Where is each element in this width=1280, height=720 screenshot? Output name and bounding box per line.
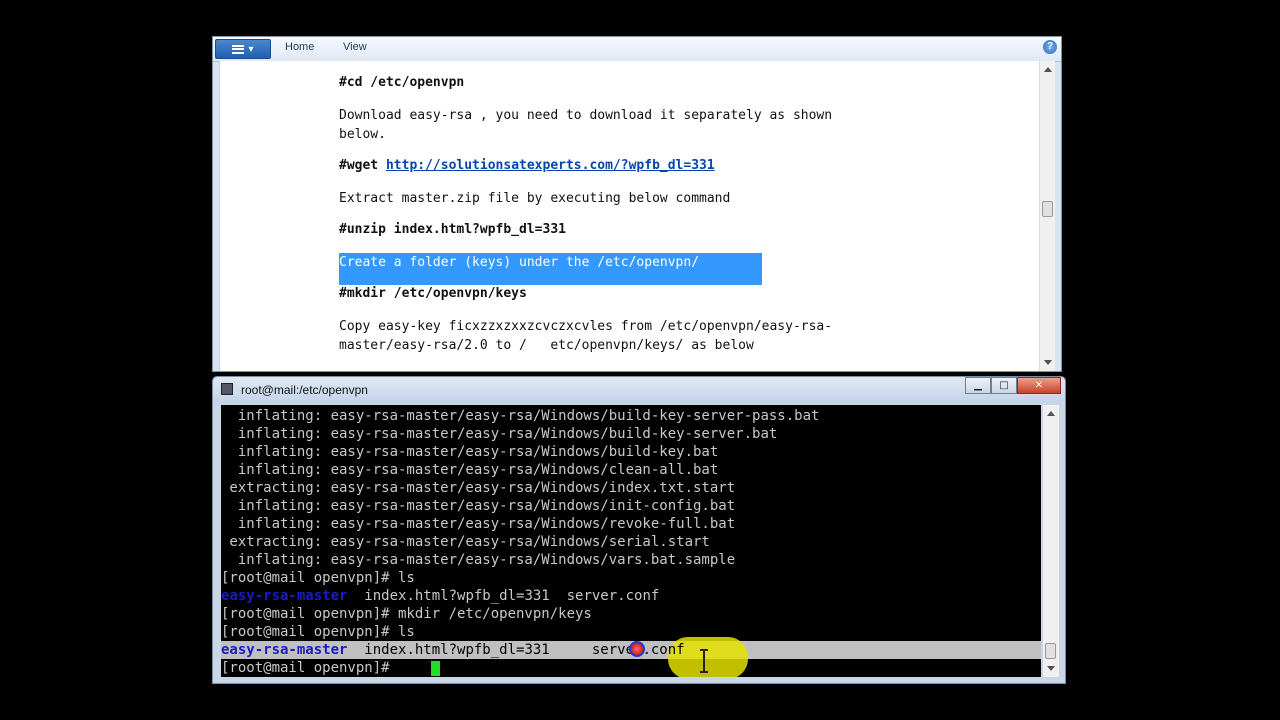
scroll-up-icon[interactable] [1047,411,1055,416]
putty-icon [221,383,233,395]
putty-window: root@mail:/etc/openvpn ▁ □ ✕ inflating: … [212,376,1066,684]
terminal-line: extracting: easy-rsa-master/easy-rsa/Win… [221,534,710,550]
tab-view[interactable]: View [339,41,371,53]
terminal-line: inflating: easy-rsa-master/easy-rsa/Wind… [221,498,736,514]
dir-name: easy-rsa-master [221,588,348,604]
menu-icon [232,44,245,54]
download-link[interactable]: http://solutionsatexperts.com/?wpfb_dl=3… [386,158,715,173]
file-list: index.html?wpfb_dl=331 server.conf [347,588,660,604]
recorder-icon [629,641,645,657]
doc-line: master/easy-rsa/2.0 to / etc/openvpn/key… [339,338,754,353]
scroll-thumb[interactable] [1042,201,1053,217]
selected-text[interactable]: Create a folder (keys) under the /etc/op… [339,253,762,285]
maximize-button[interactable]: □ [991,377,1017,394]
terminal-line: [root@mail openvpn]# mkdir /etc/openvpn/… [221,606,592,622]
terminal-line: inflating: easy-rsa-master/easy-rsa/Wind… [221,552,736,568]
terminal-line: inflating: easy-rsa-master/easy-rsa/Wind… [221,408,820,424]
title-bar[interactable]: root@mail:/etc/openvpn ▁ □ ✕ [213,377,1065,403]
terminal-cursor [431,661,440,676]
scroll-down-icon[interactable] [1044,360,1052,365]
document-scrollbar[interactable] [1039,61,1055,371]
help-icon[interactable]: ? [1043,40,1057,54]
doc-line: #unzip index.html?wpfb_dl=331 [339,222,566,237]
doc-line: Extract master.zip file by executing bel… [339,191,731,206]
minimize-button[interactable]: ▁ [965,377,991,394]
scroll-thumb[interactable] [1045,643,1056,659]
terminal-line: inflating: easy-rsa-master/easy-rsa/Wind… [221,426,778,442]
scroll-down-icon[interactable] [1047,666,1055,671]
app-menu-button[interactable]: ▾ [215,39,271,59]
ribbon: ▾ Home View ? [213,37,1061,62]
scroll-up-icon[interactable] [1044,67,1052,72]
terminal-line: extracting: easy-rsa-master/easy-rsa/Win… [221,480,736,496]
terminal-line-ls: easy-rsa-master index.html?wpfb_dl=331 s… [221,587,659,605]
wordpad-window: ▾ Home View ? #cd /etc/openvpn Download … [212,36,1062,372]
dir-name: easy-rsa-master [221,642,348,658]
doc-line: #cd /etc/openvpn [339,75,465,90]
terminal-line: inflating: easy-rsa-master/easy-rsa/Wind… [221,516,736,532]
terminal-prompt: [root@mail openvpn]# [221,660,399,676]
doc-line-selected: Create a folder (keys) under the /etc/op… [339,255,700,270]
terminal-line: [root@mail openvpn]# ls [221,624,415,640]
wget-command: #wget [339,158,386,173]
tab-home[interactable]: Home [281,41,318,53]
terminal-scrollbar[interactable] [1043,405,1059,677]
window-title: root@mail:/etc/openvpn [241,383,368,397]
window-controls: ▁ □ ✕ [965,377,1061,395]
terminal-line: inflating: easy-rsa-master/easy-rsa/Wind… [221,462,719,478]
terminal[interactable]: inflating: easy-rsa-master/easy-rsa/Wind… [221,405,1041,677]
document-area[interactable]: #cd /etc/openvpn Download easy-rsa , you… [219,61,1040,371]
doc-line: #mkdir /etc/openvpn/keys [339,286,527,301]
close-button[interactable]: ✕ [1017,377,1061,394]
terminal-line: inflating: easy-rsa-master/easy-rsa/Wind… [221,444,719,460]
terminal-line-ls: easy-rsa-master index.html?wpfb_dl=331 s… [221,641,685,659]
doc-line: below. [339,127,386,142]
doc-line: Download easy-rsa , you need to download… [339,108,833,123]
doc-line: Copy easy-key ficxzzxzxxzcvczxcvles from… [339,319,833,334]
dropdown-arrow-icon: ▾ [248,43,254,55]
text-cursor-icon [700,649,708,673]
terminal-line: [root@mail openvpn]# ls [221,570,415,586]
doc-line-wget: #wget http://solutionsatexperts.com/?wpf… [339,156,715,175]
